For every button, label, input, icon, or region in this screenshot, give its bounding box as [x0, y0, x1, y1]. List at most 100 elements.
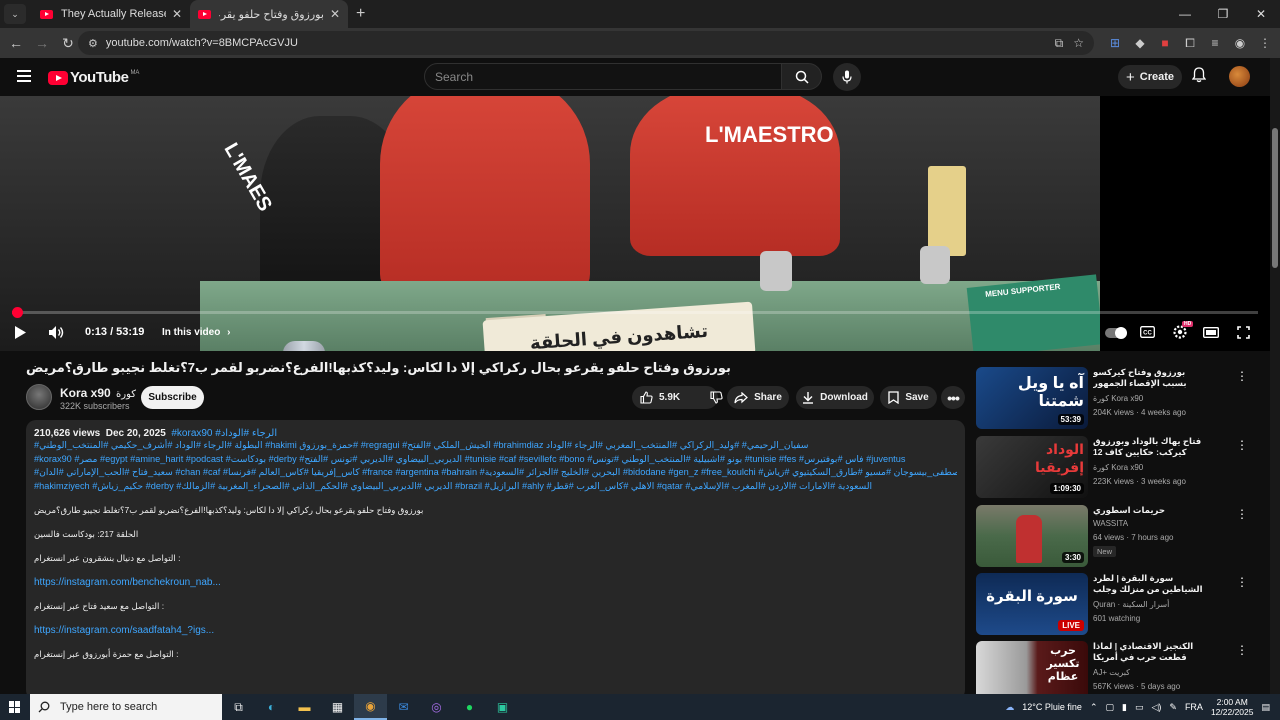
- chrome-browser-icon[interactable]: ◉: [354, 694, 387, 720]
- language-indicator[interactable]: FRA: [1185, 702, 1203, 712]
- start-button[interactable]: [0, 694, 30, 720]
- more-vertical-icon[interactable]: ⋮: [1236, 369, 1248, 383]
- recommended-channel[interactable]: كورة Kora x90: [1093, 463, 1143, 472]
- download-button[interactable]: Download: [796, 386, 874, 409]
- mic-tray-icon[interactable]: ▮: [1122, 702, 1127, 713]
- notifications-bell-icon[interactable]: [1192, 67, 1206, 83]
- more-vertical-icon[interactable]: ⋮: [1236, 643, 1248, 657]
- dislike-button[interactable]: [710, 391, 723, 404]
- extensions-puzzle-icon[interactable]: ⧠: [1183, 36, 1197, 51]
- chapters-button[interactable]: In this video ›: [162, 327, 230, 338]
- autoplay-toggle[interactable]: [1105, 327, 1127, 339]
- description-tags[interactable]: #korax90 #الرجاء #الوداد: [171, 428, 277, 439]
- voice-search-button[interactable]: [833, 63, 861, 91]
- network-icon[interactable]: ▭: [1135, 702, 1144, 713]
- edge-browser-icon[interactable]: ◐: [255, 694, 288, 720]
- outlook-icon[interactable]: ✉: [387, 694, 420, 720]
- hashtag-line[interactable]: #البطولة #الرجاء #الوداد #أشرف_حكيمي #ال…: [34, 439, 957, 453]
- subscribe-button[interactable]: Subscribe: [141, 386, 204, 409]
- file-explorer-icon[interactable]: ▬: [288, 694, 321, 720]
- recommended-channel[interactable]: WASSITA: [1093, 519, 1128, 528]
- recommended-channel[interactable]: AJ+ كبريت: [1093, 668, 1130, 677]
- close-tab-icon[interactable]: ✕: [172, 7, 182, 21]
- tab-search-dropdown[interactable]: ⌄: [4, 4, 26, 24]
- recommended-channel[interactable]: كورة Kora x90: [1093, 394, 1143, 403]
- spotify-icon[interactable]: ●: [453, 694, 486, 720]
- recommended-video[interactable]: آه يا ويل شمتنا 53:39 بورزوق وفتاح كيركس…: [976, 367, 1256, 429]
- forward-icon[interactable]: →: [30, 35, 54, 51]
- messenger-icon[interactable]: ◎: [420, 694, 453, 720]
- page-scrollbar[interactable]: [1270, 58, 1280, 696]
- new-tab-icon[interactable]: +: [356, 5, 365, 23]
- site-info-icon[interactable]: ⚙: [88, 37, 98, 50]
- scrollbar-thumb[interactable]: [1272, 128, 1278, 268]
- save-button[interactable]: Save: [880, 386, 937, 409]
- video-thumbnail[interactable]: الوداد إفريقيا 1:09:30: [976, 436, 1088, 498]
- recommended-video[interactable]: الوداد إفريقيا 1:09:30 فتاح يهاك بالوداد…: [976, 436, 1256, 498]
- recommended-video[interactable]: 3:30 حريمات اسطوري WASSITA 64 views · 7 …: [976, 505, 1256, 567]
- show-hidden-icons-icon[interactable]: ⌃: [1090, 702, 1098, 713]
- channel-avatar[interactable]: [26, 384, 52, 410]
- search-button[interactable]: [782, 63, 822, 90]
- hamburger-menu-icon[interactable]: [17, 70, 31, 82]
- restore-icon[interactable]: ❐: [1204, 0, 1242, 28]
- hashtag-line[interactable]: #hakimziyech #حكيم_زياش #derby #الديربي …: [34, 480, 957, 494]
- url-bar[interactable]: ⚙ youtube.com/watch?v=8BMCPAcGVJU ⧉ ☆: [78, 31, 1094, 55]
- progress-bar[interactable]: [11, 307, 1258, 318]
- fullscreen-button[interactable]: [1237, 326, 1250, 339]
- translate-extension-icon[interactable]: ⊞: [1108, 36, 1122, 50]
- red-extension-icon[interactable]: ■: [1158, 36, 1172, 50]
- speaker-icon[interactable]: ◁): [1151, 702, 1161, 713]
- like-button[interactable]: 5.9K: [640, 391, 680, 404]
- reload-icon[interactable]: ↻: [56, 35, 80, 52]
- close-window-icon[interactable]: ✕: [1242, 0, 1280, 28]
- clock[interactable]: 2:00 AM 12/22/2025: [1211, 697, 1254, 717]
- more-vertical-icon[interactable]: ⋮: [1236, 507, 1248, 521]
- store-icon[interactable]: ▦: [321, 694, 354, 720]
- taskbar-search[interactable]: Type here to search: [30, 694, 222, 720]
- progress-scrubber[interactable]: [11, 307, 23, 318]
- more-actions-button[interactable]: •••: [941, 386, 965, 409]
- extension-icon[interactable]: ◆: [1133, 36, 1147, 50]
- instagram-link-2[interactable]: https://instagram.com/saadfatah4_?igs...: [34, 625, 957, 636]
- channel-name[interactable]: Kora x90 كورة: [60, 386, 136, 400]
- browser-tab-2[interactable]: بورزوق وفتاح حلفو يقرعو بحال رك ✕: [190, 0, 348, 28]
- task-view-icon[interactable]: ⧉: [222, 694, 255, 720]
- minimize-icon[interactable]: —: [1166, 0, 1204, 28]
- create-button[interactable]: + Create: [1118, 65, 1182, 89]
- video-thumbnail[interactable]: 3:30: [976, 505, 1088, 567]
- hashtag-line[interactable]: #سعيد_فتاح #الحب_الإماراتي #الدان #chan …: [34, 466, 957, 480]
- video-thumbnail[interactable]: سورة البقرة LIVE: [976, 573, 1088, 635]
- description-box[interactable]: 210,626 views Dec 20, 2025 #korax90 #الر…: [26, 420, 965, 700]
- instagram-link-1[interactable]: https://instagram.com/benchekroun_nab...: [34, 577, 957, 588]
- close-tab-icon[interactable]: ✕: [330, 7, 340, 21]
- volume-button[interactable]: [48, 325, 65, 340]
- notifications-icon[interactable]: ▤: [1261, 702, 1270, 713]
- more-vertical-icon[interactable]: ⋮: [1236, 438, 1248, 452]
- youtube-logo[interactable]: YouTube MA: [48, 69, 139, 86]
- search-input[interactable]: Search: [424, 63, 782, 90]
- weather-text[interactable]: 12°C Pluie fine: [1022, 702, 1082, 712]
- recommended-channel[interactable]: Quran · أسرار السكينة: [1093, 600, 1169, 609]
- media-controls-icon[interactable]: ≡: [1208, 36, 1222, 50]
- app-icon[interactable]: ▣: [486, 694, 519, 720]
- back-icon[interactable]: ←: [4, 35, 28, 51]
- more-vertical-icon[interactable]: ⋮: [1236, 575, 1248, 589]
- video-player[interactable]: L'MAESTRO L'MAES تشاهدون في الحلقة MENU …: [0, 96, 1270, 351]
- hashtag-line[interactable]: #korax90 #مصر #egypt #amine_harit #podca…: [34, 453, 957, 467]
- share-button[interactable]: Share: [727, 386, 789, 409]
- browser-menu-icon[interactable]: ⋮: [1258, 36, 1272, 50]
- recommended-video[interactable]: سورة البقرة LIVE سورة البقرة | لطرد الشي…: [976, 573, 1256, 635]
- play-button[interactable]: [14, 325, 27, 340]
- tray-app-icon[interactable]: ▢: [1105, 702, 1114, 713]
- bookmark-star-icon[interactable]: ☆: [1073, 36, 1084, 51]
- video-thumbnail[interactable]: آه يا ويل شمتنا 53:39: [976, 367, 1088, 429]
- pen-icon[interactable]: ✎: [1169, 702, 1177, 713]
- theater-mode-button[interactable]: [1203, 327, 1219, 338]
- profile-icon[interactable]: ◉: [1233, 36, 1247, 50]
- settings-button[interactable]: HD: [1172, 321, 1194, 340]
- captions-button[interactable]: CC: [1140, 326, 1155, 338]
- install-app-icon[interactable]: ⧉: [1055, 36, 1064, 51]
- account-avatar[interactable]: [1229, 66, 1250, 87]
- browser-tab-1[interactable]: They Actually Released the Epst ✕: [32, 0, 190, 28]
